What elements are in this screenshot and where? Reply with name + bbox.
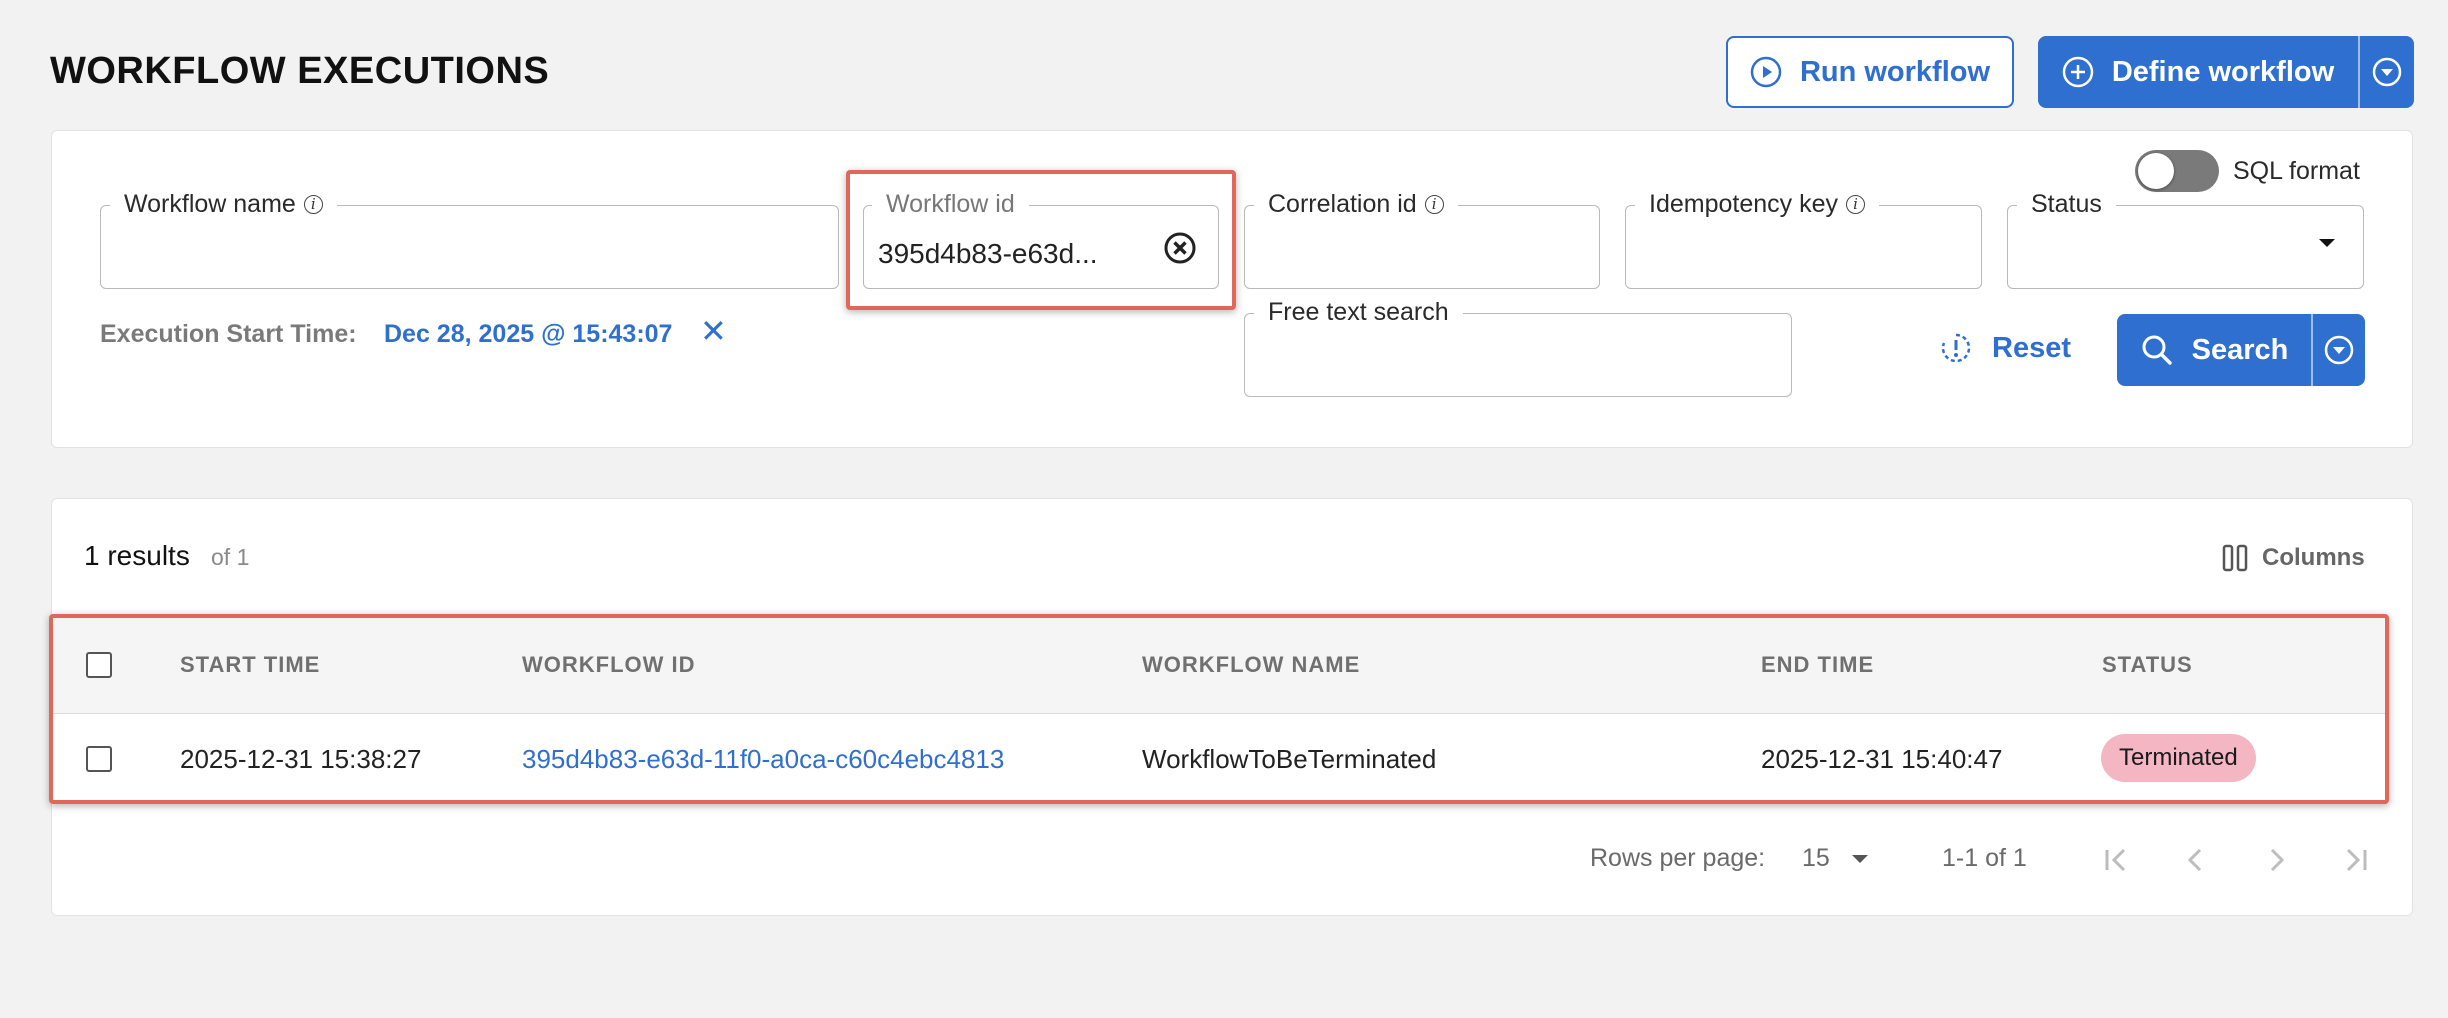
reset-button[interactable]: Reset: [1938, 330, 2071, 366]
workflow-id-value: 395d4b83-e63d...: [878, 238, 1098, 269]
search-label: Search: [2191, 333, 2289, 366]
dropdown-arrow-icon: [2316, 236, 2338, 255]
next-page-icon[interactable]: [2256, 840, 2296, 880]
columns-button[interactable]: Columns: [2222, 544, 2365, 572]
execution-start-label: Execution Start Time:: [100, 320, 357, 348]
clear-workflow-id-button[interactable]: [1162, 230, 1198, 266]
rows-per-page-label: Rows per page:: [1590, 844, 1766, 872]
define-workflow-button[interactable]: Define workflow: [2038, 36, 2358, 108]
last-page-icon[interactable]: [2336, 840, 2376, 880]
previous-page-icon[interactable]: [2176, 840, 2216, 880]
page-title: WORKFLOW EXECUTIONS: [50, 50, 550, 92]
toggle-knob: [2138, 153, 2174, 189]
reset-icon: [1941, 333, 1971, 363]
info-icon: i: [303, 195, 323, 214]
columns-icon: [2222, 544, 2248, 572]
define-workflow-dropdown-button[interactable]: [2358, 36, 2414, 108]
results-total: of 1: [211, 544, 250, 570]
chevron-down-circle-icon: [2324, 335, 2354, 365]
free-text-label-wrap: Free text search: [1254, 298, 1463, 327]
define-workflow-label: Define workflow: [2111, 55, 2335, 88]
clear-circle-icon: [1164, 232, 1196, 264]
plus-circle-icon: [2062, 56, 2094, 88]
workflow-name-label: Workflow name: [124, 190, 296, 218]
idempotency-key-label: Idempotency key: [1649, 190, 1838, 218]
workflow-id-label: Workflow id: [886, 190, 1015, 218]
free-text-label: Free text search: [1268, 298, 1449, 326]
workflow-id-label-wrap: Workflow id: [872, 190, 1029, 219]
sql-format-toggle[interactable]: [2135, 150, 2219, 192]
search-button[interactable]: Search: [2117, 314, 2311, 386]
columns-label: Columns: [2262, 544, 2365, 571]
execution-start-value[interactable]: Dec 28, 2025 @ 15:43:07: [384, 320, 672, 349]
reset-label: Reset: [1992, 331, 2071, 364]
sql-format-label: SQL format: [2233, 157, 2360, 185]
info-icon: i: [1846, 195, 1865, 214]
clear-execution-start-icon[interactable]: ✕: [700, 312, 727, 350]
first-page-icon[interactable]: [2096, 840, 2136, 880]
table-highlight: [49, 614, 2389, 804]
search-icon: [2142, 335, 2172, 365]
status-label-wrap: Status: [2017, 190, 2116, 219]
correlation-id-label: Correlation id: [1268, 190, 1417, 218]
info-icon: i: [1424, 195, 1444, 214]
play-circle-icon: [1750, 56, 1782, 88]
workflow-name-label-wrap: Workflow name i: [110, 190, 337, 219]
dropdown-arrow-icon: [1851, 854, 1868, 863]
results-count: 1 results: [84, 540, 190, 571]
search-dropdown-button[interactable]: [2311, 314, 2365, 386]
chevron-down-circle-icon: [2372, 57, 2402, 87]
status-label: Status: [2031, 190, 2102, 218]
correlation-id-label-wrap: Correlation id i: [1254, 190, 1458, 219]
run-workflow-button[interactable]: Run workflow: [1726, 36, 2014, 108]
idempotency-key-label-wrap: Idempotency key i: [1635, 190, 1879, 219]
rows-per-page-select[interactable]: 15: [1802, 844, 1870, 873]
define-workflow-button-group: Define workflow: [2038, 36, 2414, 108]
pagination-range: 1-1 of 1: [1942, 844, 2027, 872]
run-workflow-label: Run workflow: [1799, 55, 1991, 88]
search-button-group: Search: [2117, 314, 2365, 386]
rows-per-page-value: 15: [1802, 844, 1830, 872]
